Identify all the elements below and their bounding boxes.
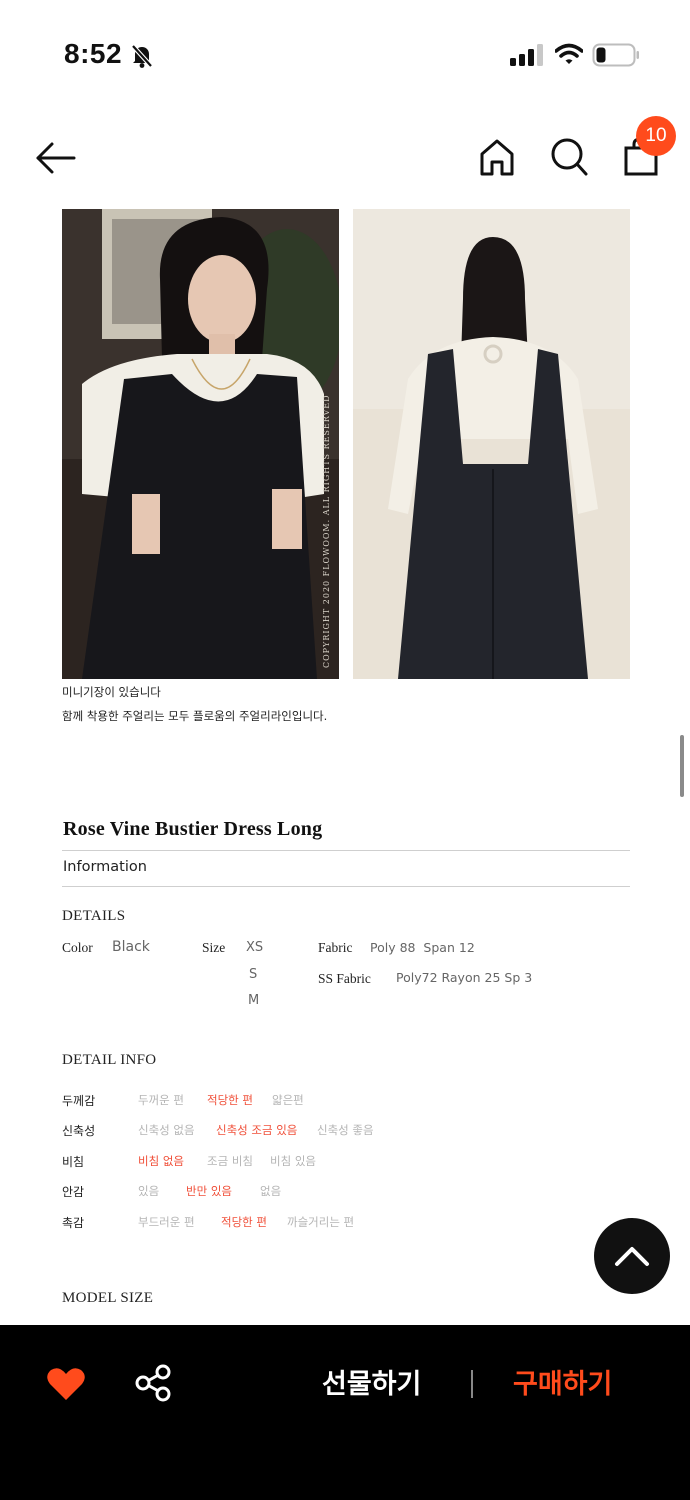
detail-info-option: 얇은편: [272, 1093, 304, 1107]
cart-count-badge: 10: [636, 116, 676, 156]
detail-info-option: 신축성 없음: [138, 1123, 195, 1137]
caption-mini-length: 미니기장이 있습니다: [62, 685, 161, 699]
battery-icon: [592, 43, 640, 71]
model-size-heading: MODEL SIZE: [62, 1290, 154, 1306]
ss-fabric-label: SS Fabric: [318, 971, 371, 986]
detail-info-option: 적당한 편: [221, 1215, 267, 1229]
detail-info-heading: DETAIL INFO: [62, 1052, 157, 1068]
detail-info-label: 두께감: [62, 1094, 96, 1108]
product-photo-front[interactable]: [62, 209, 339, 679]
scrollbar[interactable]: [680, 735, 684, 797]
buy-button[interactable]: 구매하기: [513, 1362, 612, 1401]
size-label: Size: [202, 940, 226, 955]
share-icon: [135, 1364, 171, 1402]
detail-info-label: 비침: [62, 1155, 85, 1169]
search-button[interactable]: [548, 136, 590, 178]
detail-info-option: 조금 비침: [207, 1154, 253, 1168]
tab-information[interactable]: Information: [63, 859, 147, 875]
bell-slash-icon: [130, 43, 154, 73]
wifi-icon: [554, 43, 584, 69]
search-icon: [551, 138, 588, 176]
detail-info-label: 촉감: [62, 1216, 85, 1230]
home-button[interactable]: [476, 136, 518, 178]
chevron-up-icon: [615, 1247, 649, 1266]
color-value: Black: [112, 939, 150, 955]
detail-info-option: 반만 있음: [186, 1184, 232, 1198]
detail-info-option: 신축성 조금 있음: [216, 1123, 298, 1137]
caption-jewelry-note: 함께 착용한 주얼리는 모두 플로움의 주얼리라인입니다.: [62, 709, 328, 723]
size-option-xs: XS: [246, 940, 264, 955]
scroll-to-top-button[interactable]: [594, 1218, 670, 1294]
product-title: Rose Vine Bustier Dress Long: [63, 818, 323, 840]
size-option-m: M: [248, 993, 260, 1008]
model-front-illustration: [62, 209, 339, 679]
heart-icon: [47, 1368, 85, 1400]
bottom-action-bar: [0, 1325, 690, 1500]
ss-fabric-value: Poly72 Rayon 25 Sp 3: [396, 970, 533, 985]
detail-info-label: 신축성: [62, 1124, 96, 1138]
signal-icon: [510, 44, 544, 70]
detail-info-option: 적당한 편: [207, 1093, 253, 1107]
home-icon: [480, 139, 514, 176]
fabric-label: Fabric: [318, 940, 353, 955]
detail-info-option: 신축성 좋음: [317, 1123, 374, 1137]
color-label: Color: [62, 940, 93, 955]
detail-info-option: 까슬거리는 편: [287, 1215, 355, 1229]
detail-info-option: 비침 있음: [270, 1154, 316, 1168]
model-back-illustration: [353, 209, 630, 679]
fabric-value: Poly 88 Span 12: [370, 940, 475, 955]
back-button[interactable]: [34, 138, 78, 178]
detail-info-option: 없음: [260, 1184, 282, 1198]
like-button[interactable]: [46, 1366, 86, 1402]
bar-divider: [471, 1370, 473, 1398]
share-button[interactable]: [134, 1364, 172, 1402]
detail-info-option: 부드러운 편: [138, 1215, 195, 1229]
detail-info-option: 비침 없음: [138, 1154, 184, 1168]
product-photo-back[interactable]: [353, 209, 630, 679]
divider: [62, 850, 630, 851]
details-heading: DETAILS: [62, 908, 126, 924]
divider: [62, 886, 630, 887]
status-time: 8:52: [64, 38, 123, 69]
size-option-s: S: [249, 967, 258, 982]
detail-info-option: 있음: [138, 1184, 160, 1198]
detail-info-option: 두꺼운 편: [138, 1093, 184, 1107]
photo-copyright-watermark: COPYRIGHT 2020 FLOWOOM. ALL RIGHTS RESER…: [322, 394, 331, 668]
back-arrow-icon: [36, 142, 76, 174]
detail-info-label: 안감: [62, 1185, 85, 1199]
gift-button[interactable]: 선물하기: [322, 1362, 421, 1401]
